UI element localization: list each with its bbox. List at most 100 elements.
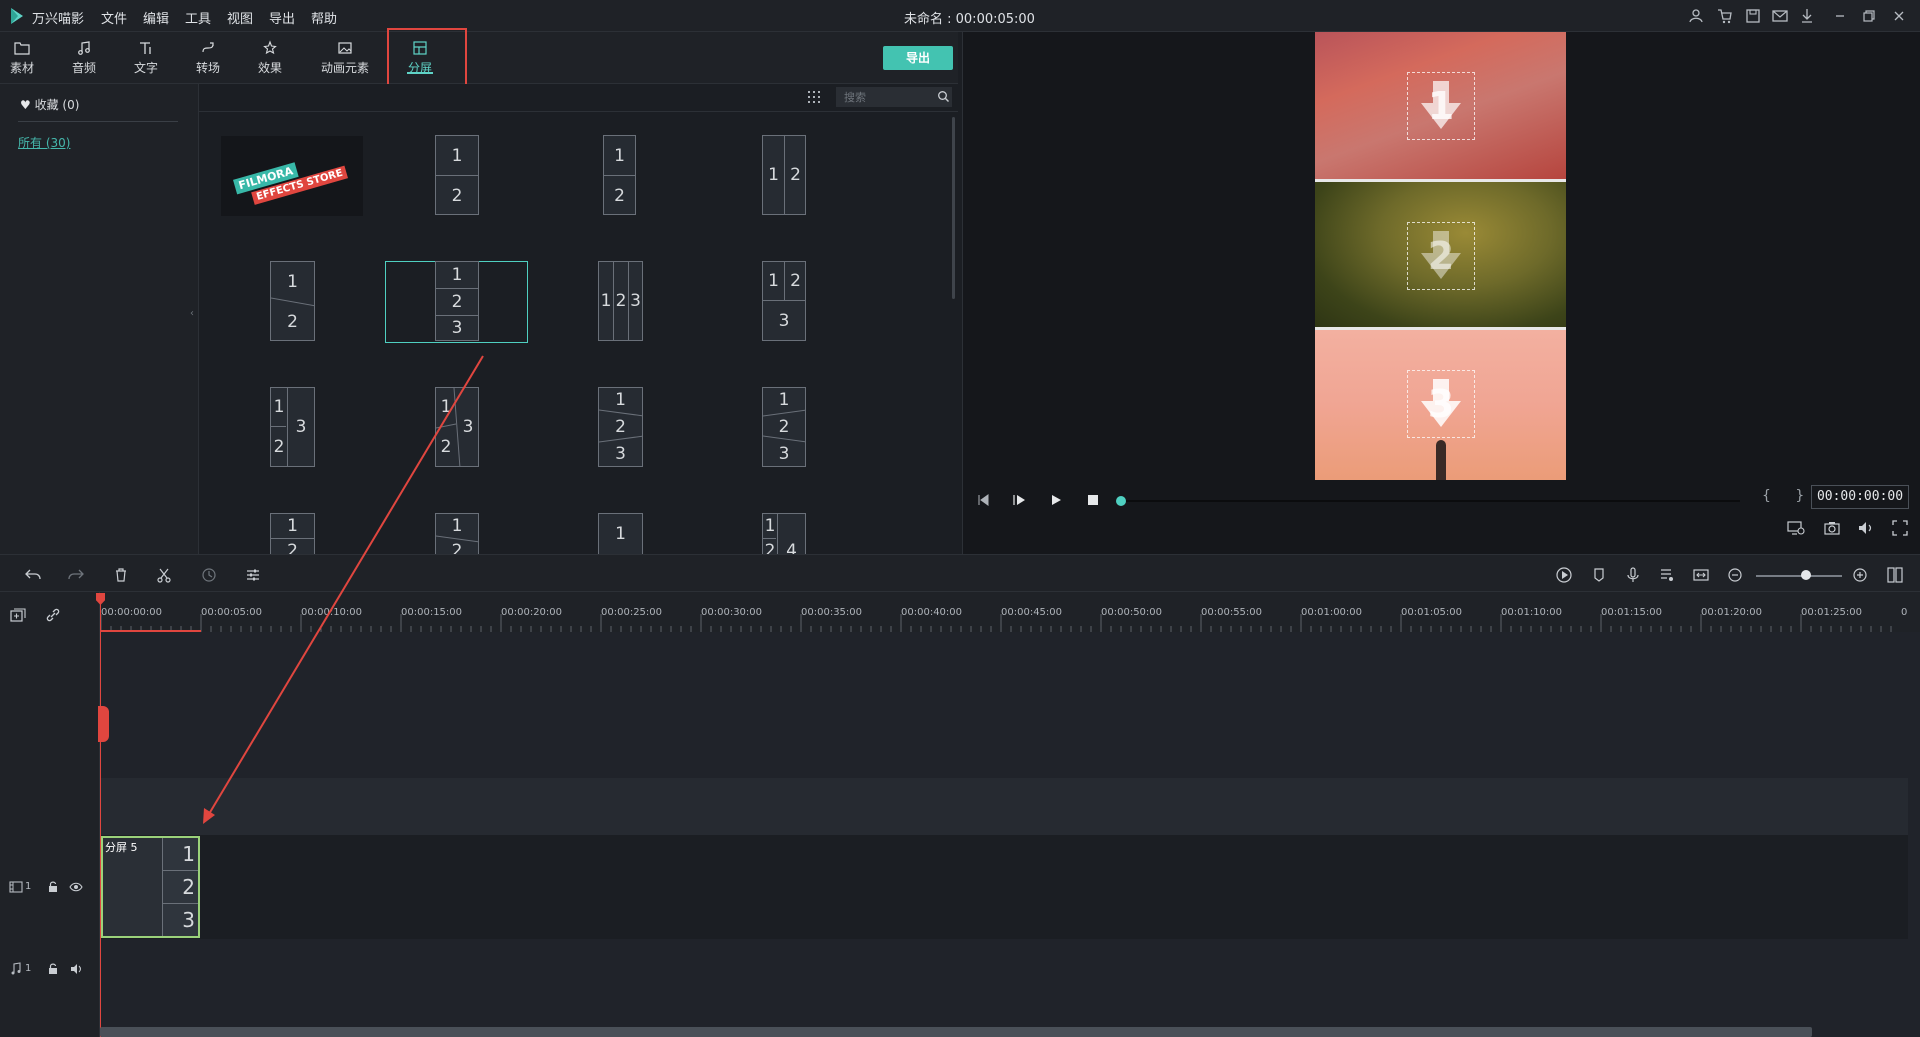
drop-zone[interactable]: 1 xyxy=(1407,72,1475,140)
search-icon[interactable] xyxy=(937,90,950,103)
previous-frame-icon[interactable] xyxy=(973,490,993,510)
menu-file[interactable]: 文件 xyxy=(101,8,127,27)
snapshot-icon[interactable] xyxy=(1822,518,1842,538)
split-layout-2-vertical[interactable]: 1 2 xyxy=(762,135,806,215)
split-layout-row4-d[interactable]: 1 2 4 xyxy=(762,513,806,554)
text-icon xyxy=(140,42,151,54)
cell-label: 1 xyxy=(768,165,779,185)
fit-timeline-icon[interactable] xyxy=(1692,566,1710,584)
zoom-slider-track[interactable] xyxy=(1756,575,1842,577)
eye-icon[interactable] xyxy=(69,880,83,894)
playhead-grip[interactable] xyxy=(98,706,109,742)
empty-track-row xyxy=(100,778,1908,835)
preview-section-2[interactable]: 2 xyxy=(1315,182,1566,327)
render-preview-icon[interactable] xyxy=(1555,566,1573,584)
split-layout-3-horizontal[interactable]: 1 2 3 xyxy=(435,261,479,341)
zoom-in-icon[interactable] xyxy=(1851,566,1869,584)
zoom-slider-knob[interactable] xyxy=(1801,570,1811,580)
save-icon[interactable] xyxy=(1744,7,1762,25)
menu-edit[interactable]: 编辑 xyxy=(143,8,169,27)
delete-icon[interactable] xyxy=(112,566,130,584)
close-icon[interactable] xyxy=(1890,7,1908,25)
silhouette xyxy=(1436,440,1446,480)
split-layout-2-horizontal-narrow[interactable]: 1 2 xyxy=(603,135,636,215)
split-layout-3-slanted[interactable]: 1 2 3 xyxy=(598,387,643,467)
video-track-1[interactable] xyxy=(100,835,1908,939)
seek-bar[interactable] xyxy=(1125,500,1740,502)
timeline-scrollbar[interactable] xyxy=(100,1027,1812,1037)
split-layout-2-horizontal[interactable]: 1 2 xyxy=(435,135,479,215)
effects-store-tile[interactable]: FILMORA EFFECTS STORE xyxy=(221,136,363,216)
link-icon[interactable] xyxy=(44,606,62,624)
preview-section-1[interactable]: 1 xyxy=(1315,32,1566,179)
all-category-link[interactable]: 所有 (30) xyxy=(18,134,70,151)
favorites-item[interactable]: ♥ 收藏 (0) xyxy=(20,96,79,113)
split-layout-row4-a[interactable]: 1 2 xyxy=(270,513,315,554)
grid-view-icon[interactable] xyxy=(806,89,822,105)
split-layout-row4-c[interactable]: 1 xyxy=(598,513,643,554)
volume-icon[interactable] xyxy=(1856,518,1876,538)
download-icon[interactable] xyxy=(1798,7,1816,25)
split-layout-3-vertical[interactable]: 1 2 3 xyxy=(598,261,643,341)
menu-export[interactable]: 导出 xyxy=(269,8,295,27)
cell-label: 2 xyxy=(614,185,625,206)
tab-transition[interactable]: 转场 xyxy=(177,32,239,84)
mark-in-out[interactable]: { } xyxy=(1762,488,1814,504)
audio-track-1[interactable] xyxy=(100,939,1908,997)
lock-icon[interactable] xyxy=(46,880,60,894)
add-track-icon[interactable] xyxy=(9,606,27,624)
lock-icon[interactable] xyxy=(46,962,60,976)
tab-split-screen[interactable]: 分屏 xyxy=(389,32,451,84)
redo-icon[interactable] xyxy=(67,566,85,584)
playhead[interactable] xyxy=(100,597,101,1037)
play-icon[interactable] xyxy=(1046,490,1066,510)
document-title: 未命名 : 00:00:05:00 xyxy=(904,12,1035,27)
tab-label: 动画元素 xyxy=(320,61,369,75)
split-layout-3-diagonal[interactable]: 1 2 3 xyxy=(435,387,479,467)
microphone-icon[interactable] xyxy=(1624,566,1642,584)
cut-icon[interactable] xyxy=(155,566,173,584)
tab-effects[interactable]: 效果 xyxy=(239,32,301,84)
split-layout-3-left-split[interactable]: 1 2 3 xyxy=(270,387,315,467)
gallery-scrollbar[interactable] xyxy=(952,117,955,299)
user-icon[interactable] xyxy=(1687,7,1705,25)
tab-media[interactable]: 素材 xyxy=(0,32,53,84)
play-frame-icon[interactable] xyxy=(1009,490,1029,510)
zoom-out-icon[interactable] xyxy=(1726,566,1744,584)
split-layout-3-slanted-alt[interactable]: 1 2 3 xyxy=(762,387,806,467)
split-layout-row4-b[interactable]: 1 2 xyxy=(435,513,479,554)
tab-text[interactable]: 文字 xyxy=(115,32,177,84)
restore-icon[interactable] xyxy=(1860,7,1878,25)
mail-icon[interactable] xyxy=(1771,7,1789,25)
cell-label: 2 xyxy=(790,165,801,185)
seek-knob[interactable] xyxy=(1116,496,1126,506)
audio-mixer-icon[interactable] xyxy=(1658,566,1676,584)
ruler-tick-label: 00:00:10:00 xyxy=(301,607,363,618)
tab-audio[interactable]: 音频 xyxy=(53,32,115,84)
stop-icon[interactable] xyxy=(1083,490,1103,510)
display-settings-icon[interactable] xyxy=(1786,518,1806,538)
collapse-panel-icon[interactable]: ‹ xyxy=(190,308,194,319)
undo-icon[interactable] xyxy=(24,566,42,584)
search-input[interactable] xyxy=(836,87,952,107)
drop-zone[interactable]: 3 xyxy=(1407,370,1475,438)
minimize-icon[interactable] xyxy=(1831,7,1849,25)
fullscreen-icon[interactable] xyxy=(1890,518,1910,538)
split-screen-clip[interactable]: 分屏 5 1 2 3 xyxy=(101,836,200,938)
drop-number: 3 xyxy=(1427,382,1455,426)
panel-layout-icon[interactable] xyxy=(1886,566,1904,584)
speaker-icon[interactable] xyxy=(69,962,83,976)
split-layout-3-top-split[interactable]: 1 2 3 xyxy=(762,261,806,341)
cart-icon[interactable] xyxy=(1716,7,1734,25)
tab-elements[interactable]: 动画元素 xyxy=(313,32,377,84)
menu-view[interactable]: 视图 xyxy=(227,8,253,27)
export-button[interactable]: 导出 xyxy=(883,46,953,70)
adjust-icon[interactable] xyxy=(244,566,262,584)
preview-section-3[interactable]: 3 xyxy=(1315,330,1566,480)
split-layout-2-diagonal[interactable]: 1 2 xyxy=(270,261,315,341)
marker-icon[interactable] xyxy=(1590,566,1608,584)
drop-zone[interactable]: 2 xyxy=(1407,222,1475,290)
menu-tools[interactable]: 工具 xyxy=(185,8,211,27)
speed-icon[interactable] xyxy=(200,566,218,584)
menu-help[interactable]: 帮助 xyxy=(311,8,337,27)
